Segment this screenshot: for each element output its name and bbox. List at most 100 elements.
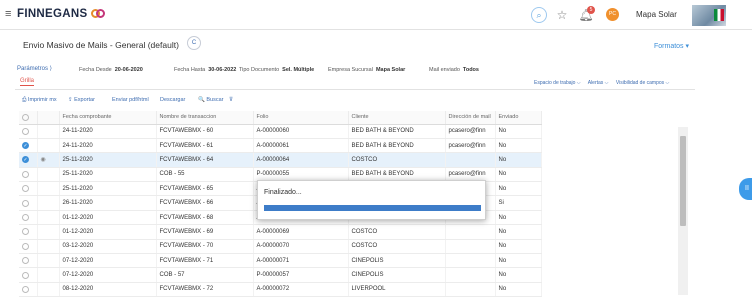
fecha-cell: 07-12-2020 (59, 253, 157, 269)
cliente-cell: COSTCO (348, 224, 446, 240)
cliente-cell: BED BATH & BEYOND (348, 124, 446, 139)
visibilidad-de-campos-dropdown[interactable]: Visibilidad de campos ⌵ (616, 80, 669, 86)
column-header-fecha[interactable]: Fecha comprobante (59, 111, 157, 125)
scrollbar-thumb[interactable] (680, 136, 686, 226)
side-panel-toggle[interactable]: II (739, 178, 752, 200)
param-fecha-desde: Fecha Desde 20-06-2020 (79, 67, 143, 73)
fecha-cell: 24-11-2020 (59, 138, 157, 154)
table-row[interactable]: 07-12-2020 COB - 57 P-00000057 CINEPOLIS No (19, 267, 542, 283)
app-logo[interactable]: FINNEGANS (17, 8, 87, 20)
enviado-cell: No (495, 239, 542, 255)
table-row[interactable]: 24-11-2020 FCVTAWEBMX - 60 A-00000060 BED B… (19, 124, 542, 139)
folio-cell: A-00000064 (253, 152, 349, 168)
param-tipo-documento: Tipo Documento Sel. Múltiple (239, 67, 315, 73)
row-checkbox[interactable] (22, 127, 29, 135)
cliente-cell: BED BATH & BEYOND (348, 138, 446, 154)
row-checkbox[interactable] (22, 142, 29, 150)
company-name[interactable]: Mapa Solar (636, 10, 677, 19)
column-header-mail[interactable]: Dirección de mail (445, 111, 496, 125)
mail-cell (445, 253, 496, 269)
row-checkbox-cell (19, 124, 38, 139)
row-view-cell (37, 167, 60, 183)
filter-icon[interactable]: ⊽ (229, 97, 233, 103)
top-bar: ≡ FINNEGANS ⌕ ☆ 🔔︎ 5 PC Mapa Solar (0, 0, 752, 30)
row-checkbox-cell (19, 167, 38, 183)
fecha-cell: 03-12-2020 (59, 239, 157, 255)
page-title: Envio Masivo de Mails - General (default… (23, 40, 179, 50)
parameters-bar: Parámetros ⟩ Fecha Desde 20-06-2020 Fecha… (17, 65, 517, 77)
menu-icon[interactable]: ≡ (5, 8, 11, 20)
folio-cell: A-00000061 (253, 138, 349, 154)
fecha-cell: 07-12-2020 (59, 267, 157, 283)
progress-bar (264, 205, 481, 211)
table-row[interactable]: 01-12-2020 FCVTAWEBMX - 69 A-00000069 COSTC… (19, 224, 542, 240)
row-checkbox-cell (19, 138, 38, 154)
row-checkbox[interactable] (22, 242, 29, 250)
folio-cell: A-00000071 (253, 253, 349, 269)
folio-cell: P-00000057 (253, 267, 349, 283)
progress-label: Finalizado... (264, 189, 302, 196)
row-view-cell (37, 267, 60, 283)
enviar-pdf-button[interactable]: Enviar pdf/html (112, 97, 149, 103)
tab-grilla[interactable]: Grilla (20, 78, 35, 86)
fecha-cell: 01-12-2020 (59, 224, 157, 240)
formatos-dropdown[interactable]: Formatos ▾ (654, 42, 689, 50)
company-logo (692, 5, 726, 26)
imprimir-button[interactable]: ⎙ Imprimir mx (22, 97, 57, 104)
search-icon[interactable]: ⌕ (531, 7, 547, 23)
column-header-folio[interactable]: Folio (253, 111, 349, 125)
transaccion-cell: FCVTAWEBMX - 60 (156, 124, 254, 139)
row-view-cell (37, 195, 60, 211)
row-checkbox[interactable] (22, 271, 29, 279)
row-checkbox[interactable] (22, 285, 29, 293)
row-checkbox[interactable] (22, 214, 29, 221)
avatar[interactable]: PC (606, 8, 619, 21)
buscar-button[interactable]: 🔍 Buscar (198, 97, 224, 103)
row-view-cell (37, 210, 60, 226)
enviado-cell: Si (495, 195, 542, 211)
column-header-cliente[interactable]: Cliente (348, 111, 446, 125)
row-checkbox[interactable] (22, 228, 29, 236)
row-checkbox-cell (19, 239, 38, 255)
row-checkbox-cell (19, 195, 38, 211)
cliente-cell: COSTCO (348, 152, 446, 168)
descargar-button[interactable]: Descargar (160, 97, 185, 103)
folio-cell: A-00000060 (253, 124, 349, 139)
table-row[interactable]: 24-11-2020FCVTAWEBMX - 61A-00000061BED B… (19, 138, 542, 154)
row-checkbox[interactable] (22, 185, 29, 193)
transaccion-cell: FCVTAWEBMX - 65 (156, 181, 254, 197)
row-view-cell (37, 181, 60, 197)
alertas-dropdown[interactable]: Alertas ⌵ (588, 80, 609, 86)
progress-bar-fill (264, 205, 481, 211)
notification-badge: 5 (587, 6, 595, 14)
mail-cell (445, 224, 496, 240)
row-checkbox[interactable] (22, 156, 29, 164)
param-empresa-sucursal: Empresa Sucursal Mapa Solar (328, 67, 406, 73)
view-icon[interactable]: ◉ (41, 157, 46, 163)
exportar-button[interactable]: ⇪ Exportar (68, 97, 95, 103)
star-icon[interactable]: ☆ (554, 7, 570, 23)
enviado-cell: No (495, 210, 542, 226)
enviado-cell: No (495, 267, 542, 283)
row-view-cell (37, 124, 60, 139)
progress-dialog: Finalizado... (257, 180, 486, 220)
column-header-enviado[interactable]: Enviado (495, 111, 542, 125)
row-checkbox[interactable] (22, 199, 29, 207)
mail-cell: pcasero@finn (445, 124, 496, 139)
row-view-cell (37, 224, 60, 240)
select-all-checkbox[interactable] (22, 113, 29, 121)
select-all-header[interactable] (19, 111, 38, 125)
reload-button[interactable]: C (187, 36, 201, 50)
row-checkbox[interactable] (22, 257, 29, 265)
enviado-cell: No (495, 224, 542, 240)
table-row[interactable]: ◉ 25-11-2020FCVTAWEBMX - 64A-00000064COST… (19, 152, 542, 168)
table-row[interactable]: 07-12-2020 FCVTAWEBMX - 71 A-00000071 CINEP… (19, 253, 542, 269)
parametros-link[interactable]: Parámetros ⟩ (17, 65, 52, 72)
table-row[interactable]: 03-12-2020 FCVTAWEBMX - 70 A-00000070 COSTC… (19, 239, 542, 255)
transaccion-cell: FCVTAWEBMX - 71 (156, 253, 254, 269)
enviado-cell: No (495, 181, 542, 197)
column-header-transaccion[interactable]: Nombre de transaccion (156, 111, 254, 125)
espacio-de-trabajo-dropdown[interactable]: Espacio de trabajo ⌵ (534, 80, 581, 86)
grid-scrollbar[interactable] (678, 127, 688, 295)
row-checkbox[interactable] (22, 170, 29, 178)
